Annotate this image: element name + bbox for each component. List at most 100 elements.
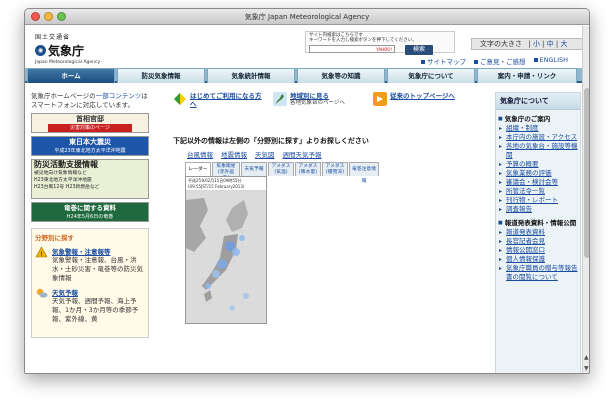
search-by-field-title: 分野別に探す: [35, 234, 74, 242]
disaster-support-banner[interactable]: 防災活動支援情報 被災地向け気象情報など H23東北地方太平洋沖地震 H23台風…: [31, 159, 149, 199]
weather-map-tabs: レーダー 気象衛星 (赤外画像) 天気予報 アメダス (気温) アメダス (降水…: [173, 162, 467, 184]
tab-guidance-links[interactable]: 案内・申請・リンク: [477, 68, 577, 83]
earthquake-info-link[interactable]: 地震情報: [221, 149, 247, 159]
smartphone-notice: 気象庁ホームページの一部コンテンツはスマートフォンに対応しています。: [31, 92, 148, 109]
weather-forecast-link[interactable]: 天気予報: [52, 287, 145, 297]
agency-name-english: Japan Meteorological Agency: [35, 60, 101, 65]
search-by-field-box: 分野別に探す ! 気象警報・注意報等 気象警報・注意報、台風・洪水・土砂災害・竜…: [31, 228, 149, 338]
tab-tornado[interactable]: 竜巻注意情報: [349, 162, 379, 184]
weather-chart-link[interactable]: 天気図: [255, 149, 275, 159]
tab-satellite[interactable]: 気象衛星 (赤外画像): [212, 162, 240, 181]
site-header: 国土交通省 ◉ 気象庁 Japan Meteorological Agency …: [25, 26, 589, 68]
jma-emblem-icon: ◉: [35, 45, 46, 56]
radar-map-image: [186, 190, 266, 323]
font-size-selector: 文字の大きさ | 小 | 中 | 大: [471, 38, 585, 50]
sidebar-item-disclosure-desk[interactable]: 情報公開窓口: [499, 246, 580, 255]
window-title: 気象庁 Japan Meteorological Agency: [244, 13, 370, 21]
main-navigation: ホーム 防災気象情報 気象統計情報 気象等の知識 気象庁について 案内・申請・リ…: [25, 68, 589, 83]
scrollbar-thumb[interactable]: [584, 88, 589, 258]
tab-amedas-temp[interactable]: アメダス (気温): [268, 162, 294, 176]
sun-cloud-icon: [36, 288, 48, 298]
typhoon-info-link[interactable]: 台風情報: [187, 149, 213, 159]
tab-amedas-snow[interactable]: アメダス (積雪深): [322, 162, 348, 176]
header-quick-links: サイトマップ ご意見・ご感想 ENGLISH: [421, 56, 568, 66]
agency-name: 気象庁: [48, 44, 85, 58]
list-item: ! 気象警報・注意報等 気象警報・注意報、台風・洪水・土砂災害・竜巻等の防災気象…: [35, 246, 145, 283]
sidebar-item-press-releases[interactable]: 報道発表資料: [499, 228, 580, 237]
sidebar-item-evaluation[interactable]: 気象業務の評価: [499, 169, 580, 178]
sidebar-item-gift-reports[interactable]: 気象庁職員の贈与等報告書の閲覧について: [499, 264, 580, 282]
press-disclosure-heading: 報道発表資料・情報公開: [496, 214, 580, 228]
list-item: 天気予報 天気予報、週間予報、海上予報、1か月・3か月等の季節予報、紫外線、黄: [35, 287, 145, 324]
window-controls: [31, 12, 66, 21]
radar-timestamp: 平成25年02月15日09時55分 (09:55JST/15 February2…: [186, 177, 266, 190]
pm-office-banner[interactable]: 首相官邸 災害対策のページ: [31, 113, 149, 133]
sitemap-link[interactable]: サイトマップ: [421, 56, 466, 66]
left-column: 気象庁ホームページの一部コンテンツはスマートフォンに対応しています。 首相官邸 …: [31, 92, 149, 338]
title-bar: 気象庁 Japan Meteorological Agency: [25, 9, 589, 25]
site-logo[interactable]: 国土交通省 ◉ 気象庁 Japan Meteorological Agency: [35, 32, 100, 65]
square-bullet-icon: [474, 60, 478, 64]
sidebar-item-regional-offices[interactable]: 各地の気象台・施設等機関: [499, 142, 580, 160]
sidebar-item-councils[interactable]: 審議会・検討会等: [499, 178, 580, 187]
web-page: 国土交通省 ◉ 気象庁 Japan Meteorological Agency …: [25, 26, 589, 373]
feedback-link[interactable]: ご意見・ご感想: [474, 56, 526, 66]
warning-advisory-link[interactable]: 気象警報・注意報等: [52, 246, 145, 256]
tornado-report-banner[interactable]: 竜巻に関する資料 H24年5月6日の竜巻: [31, 202, 149, 222]
font-size-label: 文字の大きさ: [480, 40, 522, 48]
great-east-japan-earthquake-banner[interactable]: 東日本大震災 平成23年東北地方太平洋沖地震: [31, 136, 149, 156]
minimize-window-button[interactable]: [44, 12, 53, 21]
scroll-up-icon[interactable]: ▲: [584, 354, 589, 361]
agency-guide-heading: 気象庁のご案内: [496, 110, 580, 124]
sidebar-item-press-conference[interactable]: 長官記者会見: [499, 237, 580, 246]
browser-window: 気象庁 Japan Meteorological Agency 国土交通省 ◉ …: [24, 8, 590, 374]
tab-radar[interactable]: レーダー: [185, 162, 211, 176]
sidebar-item-budget[interactable]: 予算の概要: [499, 160, 580, 169]
center-column: はじめてご利用になる方へ 地域別に見る 各地気象台のページへ 従来のトップページ…: [173, 92, 467, 324]
svg-text:!: !: [40, 251, 42, 258]
sidebar-item-privacy[interactable]: 個人情報保護: [499, 255, 580, 264]
square-bullet-icon: [533, 58, 538, 62]
press-disclosure-list: 報道発表資料 長官記者会見 情報公開窓口 個人情報保護 気象庁職員の贈与等報告書…: [496, 228, 580, 282]
square-bullet-icon: [421, 60, 425, 64]
font-size-small-link[interactable]: 小: [533, 40, 540, 48]
maximize-window-button[interactable]: [57, 12, 66, 21]
warning-icon: !: [35, 246, 48, 258]
search-button[interactable]: 検索: [405, 45, 433, 55]
sidebar-item-laws[interactable]: 所管法令一覧: [499, 187, 580, 196]
arrow-return-icon: [373, 92, 387, 106]
weather-quick-links: 台風情報 地震情報 天気図 週間天気予報: [173, 149, 467, 159]
search-hint: サイト内検索はこちらです キーワードを入力し検索ボタンを押下してください。: [309, 33, 417, 43]
tab-disaster-info[interactable]: 防災気象情報: [117, 68, 205, 83]
first-time-guide[interactable]: はじめてご利用になる方へ: [173, 92, 267, 126]
font-size-medium-link[interactable]: 中: [547, 40, 554, 48]
tab-amedas-precip[interactable]: アメダス (降水量): [295, 162, 321, 176]
scroll-down-icon[interactable]: ▼: [584, 365, 589, 372]
tab-knowledge[interactable]: 気象等の知識: [297, 68, 385, 83]
japan-map-icon: [273, 92, 287, 106]
tab-home[interactable]: ホーム: [27, 68, 115, 83]
right-sidebar: 気象庁について 気象庁のご案内 組織・制度 本庁内の施設・アクセス 各地の気象台…: [495, 92, 581, 373]
ministry-name: 国土交通省: [35, 34, 71, 41]
beginner-mark-icon: [174, 93, 186, 105]
smartphone-content-link[interactable]: 一部コンテンツ: [96, 92, 142, 100]
sidebar-item-publications[interactable]: 刊行物・レポート: [499, 196, 580, 205]
regional-view-guide[interactable]: 地域別に見る 各地気象台のページへ: [273, 92, 367, 126]
tab-about[interactable]: 気象庁について: [387, 68, 475, 83]
about-sidebar-title[interactable]: 気象庁について: [496, 93, 580, 110]
sidebar-item-organization[interactable]: 組織・制度: [499, 124, 580, 133]
legacy-top-page-guide[interactable]: 従来のトップページへ: [373, 92, 467, 126]
tab-forecast[interactable]: 天気予報: [241, 162, 267, 176]
vertical-scrollbar[interactable]: ▲ ▼: [582, 26, 589, 373]
sidebar-item-survey-reports[interactable]: 調査報告: [499, 205, 580, 214]
guide-links: はじめてご利用になる方へ 地域別に見る 各地気象台のページへ 従来のトップページ…: [173, 92, 467, 126]
search-input[interactable]: YAHOO!: [309, 45, 395, 53]
tab-statistics[interactable]: 気象統計情報: [207, 68, 295, 83]
agency-guide-list: 組織・制度 本庁内の施設・アクセス 各地の気象台・施設等機関 予算の概要 気象業…: [496, 124, 580, 214]
weekly-forecast-link[interactable]: 週間天気予報: [283, 149, 322, 159]
english-link[interactable]: ENGLISH: [533, 56, 568, 66]
radar-map[interactable]: 平成25年02月15日09時55分 (09:55JST/15 February2…: [185, 176, 267, 324]
font-size-large-link[interactable]: 大: [560, 40, 567, 48]
sidebar-item-facilities-access[interactable]: 本庁内の施設・アクセス: [499, 133, 580, 142]
close-window-button[interactable]: [31, 12, 40, 21]
